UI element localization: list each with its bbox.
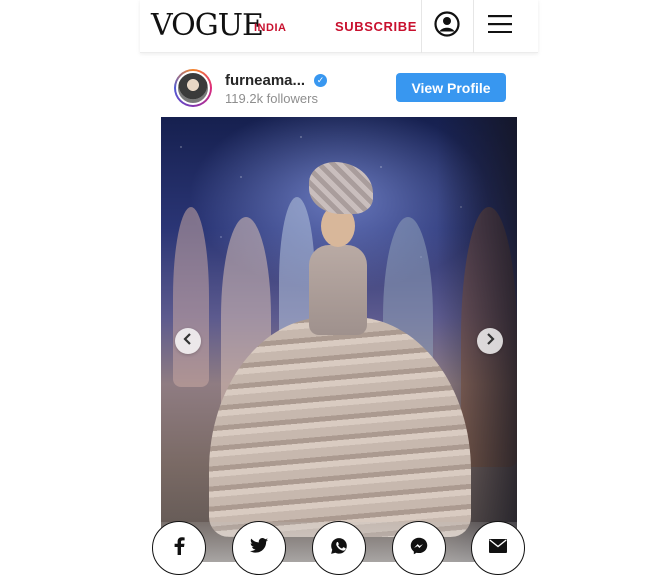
messenger-icon [410, 537, 428, 560]
menu-button[interactable] [474, 0, 526, 53]
view-profile-button[interactable]: View Profile [396, 73, 506, 102]
chevron-left-icon [182, 332, 194, 350]
post-profile-header: furneama... ✓ 119.2k followers View Prof… [174, 69, 514, 109]
account-circle-icon [434, 11, 460, 42]
vogue-logo[interactable]: VOGUE [151, 8, 264, 44]
share-bar [0, 521, 667, 579]
share-email-button[interactable] [471, 521, 525, 575]
site-header: VOGUE INDIA SUBSCRIBE [140, 0, 538, 53]
verified-badge-icon: ✓ [314, 74, 327, 87]
subscribe-button[interactable]: SUBSCRIBE [335, 19, 417, 34]
facebook-icon [173, 536, 185, 560]
bodice [309, 245, 367, 335]
post-image[interactable] [161, 117, 517, 562]
background-model [173, 207, 209, 387]
whatsapp-icon [330, 537, 348, 560]
carousel-next-button[interactable] [477, 328, 503, 354]
edition-label: INDIA [254, 22, 287, 34]
chevron-right-icon [484, 332, 496, 350]
followers-count: 119.2k followers [225, 91, 318, 106]
carousel-prev-button[interactable] [175, 328, 201, 354]
avatar[interactable] [174, 69, 212, 107]
share-whatsapp-button[interactable] [312, 521, 366, 575]
share-messenger-button[interactable] [392, 521, 446, 575]
share-twitter-button[interactable] [232, 521, 286, 575]
hamburger-menu-icon [488, 15, 512, 38]
email-icon [489, 538, 507, 558]
account-button[interactable] [421, 0, 473, 53]
share-facebook-button[interactable] [152, 521, 206, 575]
username[interactable]: furneama... [225, 72, 305, 89]
twitter-icon [250, 538, 268, 558]
